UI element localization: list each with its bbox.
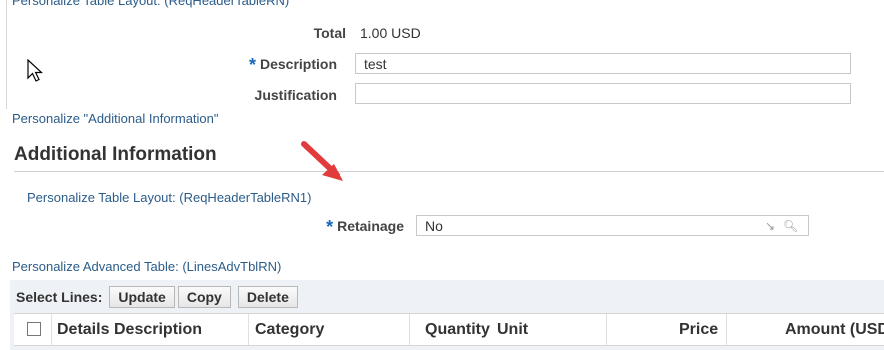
- description-label-wrap: * Description: [249, 56, 337, 74]
- retainage-lov-field[interactable]: No ↘ 🔍︎: [416, 215, 809, 236]
- column-separator: [726, 314, 727, 345]
- retainage-label: Retainage: [337, 218, 404, 234]
- column-separator: [51, 314, 52, 345]
- retainage-value: No: [425, 218, 443, 234]
- total-value: 1.00 USD: [360, 25, 421, 41]
- select-lines-label: Select Lines:: [16, 289, 103, 305]
- delete-button[interactable]: Delete: [237, 286, 298, 308]
- search-icon[interactable]: 🔍︎: [783, 219, 798, 233]
- personalize-header-table-link[interactable]: Personalize Table Layout: (ReqHeaderTabl…: [12, 0, 289, 8]
- personalize-table-layout-link[interactable]: Personalize Table Layout: (ReqHeaderTabl…: [27, 190, 311, 205]
- column-header-description[interactable]: Description: [114, 321, 202, 339]
- justification-input[interactable]: [355, 83, 851, 104]
- column-header-category[interactable]: Category: [255, 321, 324, 339]
- column-header-unit[interactable]: Unit: [497, 321, 528, 339]
- required-icon: *: [248, 55, 256, 75]
- mouse-pointer-icon: [27, 58, 44, 88]
- column-header-quantity[interactable]: Quantity: [425, 321, 490, 339]
- column-separator: [409, 314, 410, 345]
- select-lines-toolbar: Select Lines: Update Copy Delete: [16, 286, 298, 308]
- description-label: Description: [259, 56, 337, 72]
- column-header-price[interactable]: Price: [679, 321, 718, 339]
- personalize-advanced-table-link[interactable]: Personalize Advanced Table: (LinesAdvTbl…: [12, 259, 281, 274]
- table-header-row: Details Description Category Quantity Un…: [14, 313, 884, 346]
- column-header-amount[interactable]: Amount (USD: [785, 321, 884, 339]
- retainage-label-wrap: * Retainage: [326, 218, 404, 236]
- select-all-checkbox[interactable]: [27, 322, 41, 336]
- red-arrow-icon: [292, 138, 352, 193]
- clear-icon[interactable]: ↘: [765, 219, 775, 233]
- justification-label: Justification: [254, 87, 337, 103]
- personalize-additional-information-link[interactable]: Personalize "Additional Information": [12, 111, 219, 126]
- page-root: Personalize Table Layout: (ReqHeaderTabl…: [0, 0, 884, 350]
- update-button[interactable]: Update: [109, 286, 175, 308]
- required-icon: *: [326, 217, 334, 237]
- column-separator: [248, 314, 249, 345]
- column-separator: [606, 314, 607, 345]
- header-region-border: [6, 0, 7, 109]
- section-divider: [14, 171, 884, 172]
- copy-button[interactable]: Copy: [177, 286, 231, 308]
- description-input[interactable]: [355, 53, 851, 74]
- column-header-details[interactable]: Details: [57, 321, 109, 339]
- section-title: Additional Information: [14, 144, 217, 165]
- total-label: Total: [313, 25, 346, 41]
